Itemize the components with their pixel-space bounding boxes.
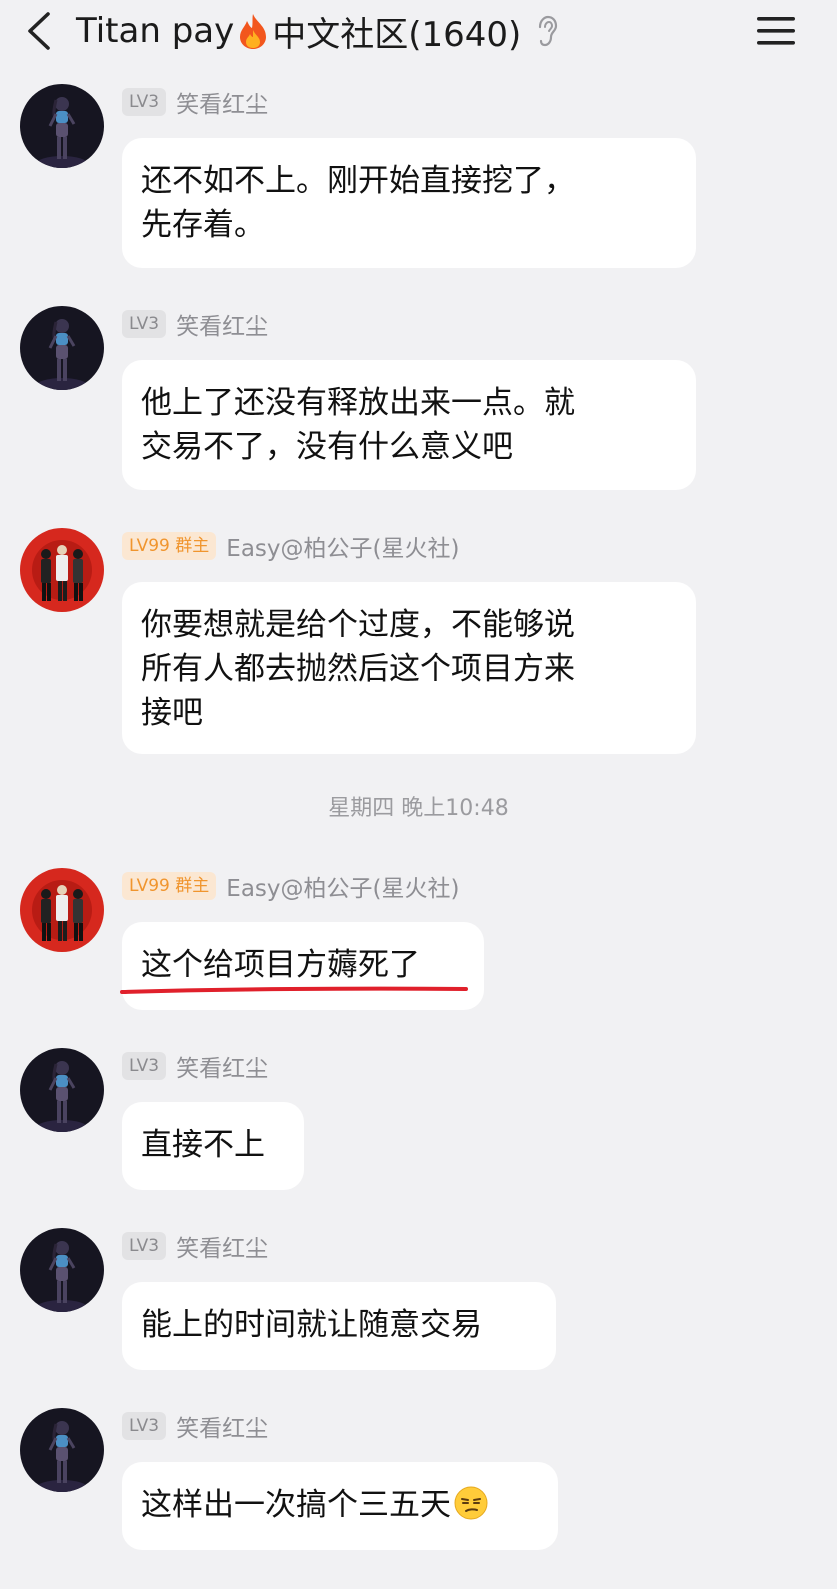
level-badge: LV3 <box>122 88 167 116</box>
fire-icon <box>240 14 267 49</box>
sender-meta: LV3 笑看红尘 <box>122 1230 268 1262</box>
message-text: 这样出一次搞个三五天 <box>141 1487 451 1523</box>
message-text-line: 先存着。 <box>141 207 265 243</box>
message-bubble[interactable]: 你要想就是给个过度，不能够说 所有人都去抛然后这个项目方来 接吧 <box>122 582 696 754</box>
chat-title: Titan pay 中文社区(1640) <box>76 8 559 55</box>
avatar-image <box>20 868 104 952</box>
hamburger-menu-icon <box>757 17 795 45</box>
timestamp-divider: 星期四 晚上10:48 <box>328 796 509 821</box>
level-text: LV99 <box>129 536 170 556</box>
sender-name[interactable]: Easy@柏公子(星火社) <box>226 529 459 563</box>
avatar-image <box>20 1408 104 1492</box>
message-text-line: 接吧 <box>141 695 203 731</box>
sender-name[interactable]: 笑看红尘 <box>176 1049 268 1083</box>
sender-name[interactable]: 笑看红尘 <box>176 307 268 341</box>
chevron-left-icon <box>28 12 50 50</box>
message-text-line: 还不如不上。刚开始直接挖了， <box>141 163 575 199</box>
message-bubble[interactable]: 直接不上 <box>122 1102 304 1190</box>
message-text-line: 所有人都去抛然后这个项目方来 <box>141 651 575 687</box>
message-text-line: 能上的时间就让随意交易 <box>141 1307 482 1343</box>
avatar[interactable] <box>20 1228 104 1312</box>
avatar-image <box>20 1048 104 1132</box>
message-row: LV99 群主 Easy@柏公子(星火社) 这个给项目方薅死了 <box>0 868 837 1018</box>
sender-meta: LV3 笑看红尘 <box>122 1410 268 1442</box>
level-text: LV99 <box>129 876 170 896</box>
message-row: LV3 笑看红尘 直接不上 <box>0 1048 837 1198</box>
message-text-line: 这个给项目方薅死了 <box>141 947 420 983</box>
smirk-face-emoji-icon <box>454 1486 488 1520</box>
avatar[interactable] <box>20 1048 104 1132</box>
message-bubble[interactable]: 他上了还没有释放出来一点。就 交易不了，没有什么意义吧 <box>122 360 696 490</box>
avatar-image <box>20 306 104 390</box>
sender-name[interactable]: Easy@柏公子(星火社) <box>226 869 459 903</box>
avatar-image <box>20 1228 104 1312</box>
message-row: LV3 笑看红尘 能上的时间就让随意交易 <box>0 1228 837 1378</box>
sender-meta: LV99 群主 Easy@柏公子(星火社) <box>122 870 459 902</box>
message-row: LV99 群主 Easy@柏公子(星火社) 你要想就是给个过度，不能够说 所有人… <box>0 528 837 758</box>
message-row: LV3 笑看红尘 他上了还没有释放出来一点。就 交易不了，没有什么意义吧 <box>0 306 837 496</box>
avatar[interactable] <box>20 868 104 952</box>
message-bubble[interactable]: 能上的时间就让随意交易 <box>122 1282 556 1370</box>
message-text-line: 直接不上 <box>141 1127 265 1163</box>
message-row: LV3 笑看红尘 这样出一次搞个三五天 <box>0 1408 837 1578</box>
group-name-part2: 中文社区(1640) <box>272 14 522 55</box>
role-text: 群主 <box>175 876 210 896</box>
sender-meta: LV3 笑看红尘 <box>122 86 268 118</box>
message-text-line: 交易不了，没有什么意义吧 <box>141 429 513 465</box>
level-badge: LV3 <box>122 1412 167 1440</box>
owner-level-badge: LV99 群主 <box>122 532 217 560</box>
chat-header: Titan pay 中文社区(1640) <box>0 0 837 66</box>
avatar[interactable] <box>20 306 104 390</box>
level-badge: LV3 <box>122 1052 167 1080</box>
back-button[interactable] <box>18 8 62 54</box>
sender-name[interactable]: 笑看红尘 <box>176 1409 268 1443</box>
message-text-line: 这样出一次搞个三五天 <box>141 1483 538 1527</box>
message-text-line: 你要想就是给个过度，不能够说 <box>141 607 575 643</box>
owner-level-badge: LV99 群主 <box>122 872 217 900</box>
message-bubble[interactable]: 这样出一次搞个三五天 <box>122 1462 558 1550</box>
group-name-part1: Titan pay <box>76 11 235 51</box>
avatar[interactable] <box>20 528 104 612</box>
avatar[interactable] <box>20 1408 104 1492</box>
role-text: 群主 <box>175 536 210 556</box>
avatar[interactable] <box>20 84 104 168</box>
message-bubble[interactable]: 这个给项目方薅死了 <box>122 922 484 1010</box>
ear-icon[interactable] <box>535 15 559 47</box>
level-badge: LV3 <box>122 1232 167 1260</box>
menu-button[interactable] <box>755 12 797 50</box>
chat-screen: Titan pay 中文社区(1640) LV3 笑看红尘 还不如不上。刚开始直… <box>0 0 837 1589</box>
message-text-line: 他上了还没有释放出来一点。就 <box>141 385 575 421</box>
message-bubble[interactable]: 还不如不上。刚开始直接挖了， 先存着。 <box>122 138 696 268</box>
sender-name[interactable]: 笑看红尘 <box>176 1229 268 1263</box>
sender-name[interactable]: 笑看红尘 <box>176 85 268 119</box>
avatar-image <box>20 84 104 168</box>
avatar-image <box>20 528 104 612</box>
sender-meta: LV3 笑看红尘 <box>122 308 268 340</box>
level-badge: LV3 <box>122 310 167 338</box>
sender-meta: LV99 群主 Easy@柏公子(星火社) <box>122 530 459 562</box>
message-row: LV3 笑看红尘 还不如不上。刚开始直接挖了， 先存着。 <box>0 84 837 274</box>
sender-meta: LV3 笑看红尘 <box>122 1050 268 1082</box>
